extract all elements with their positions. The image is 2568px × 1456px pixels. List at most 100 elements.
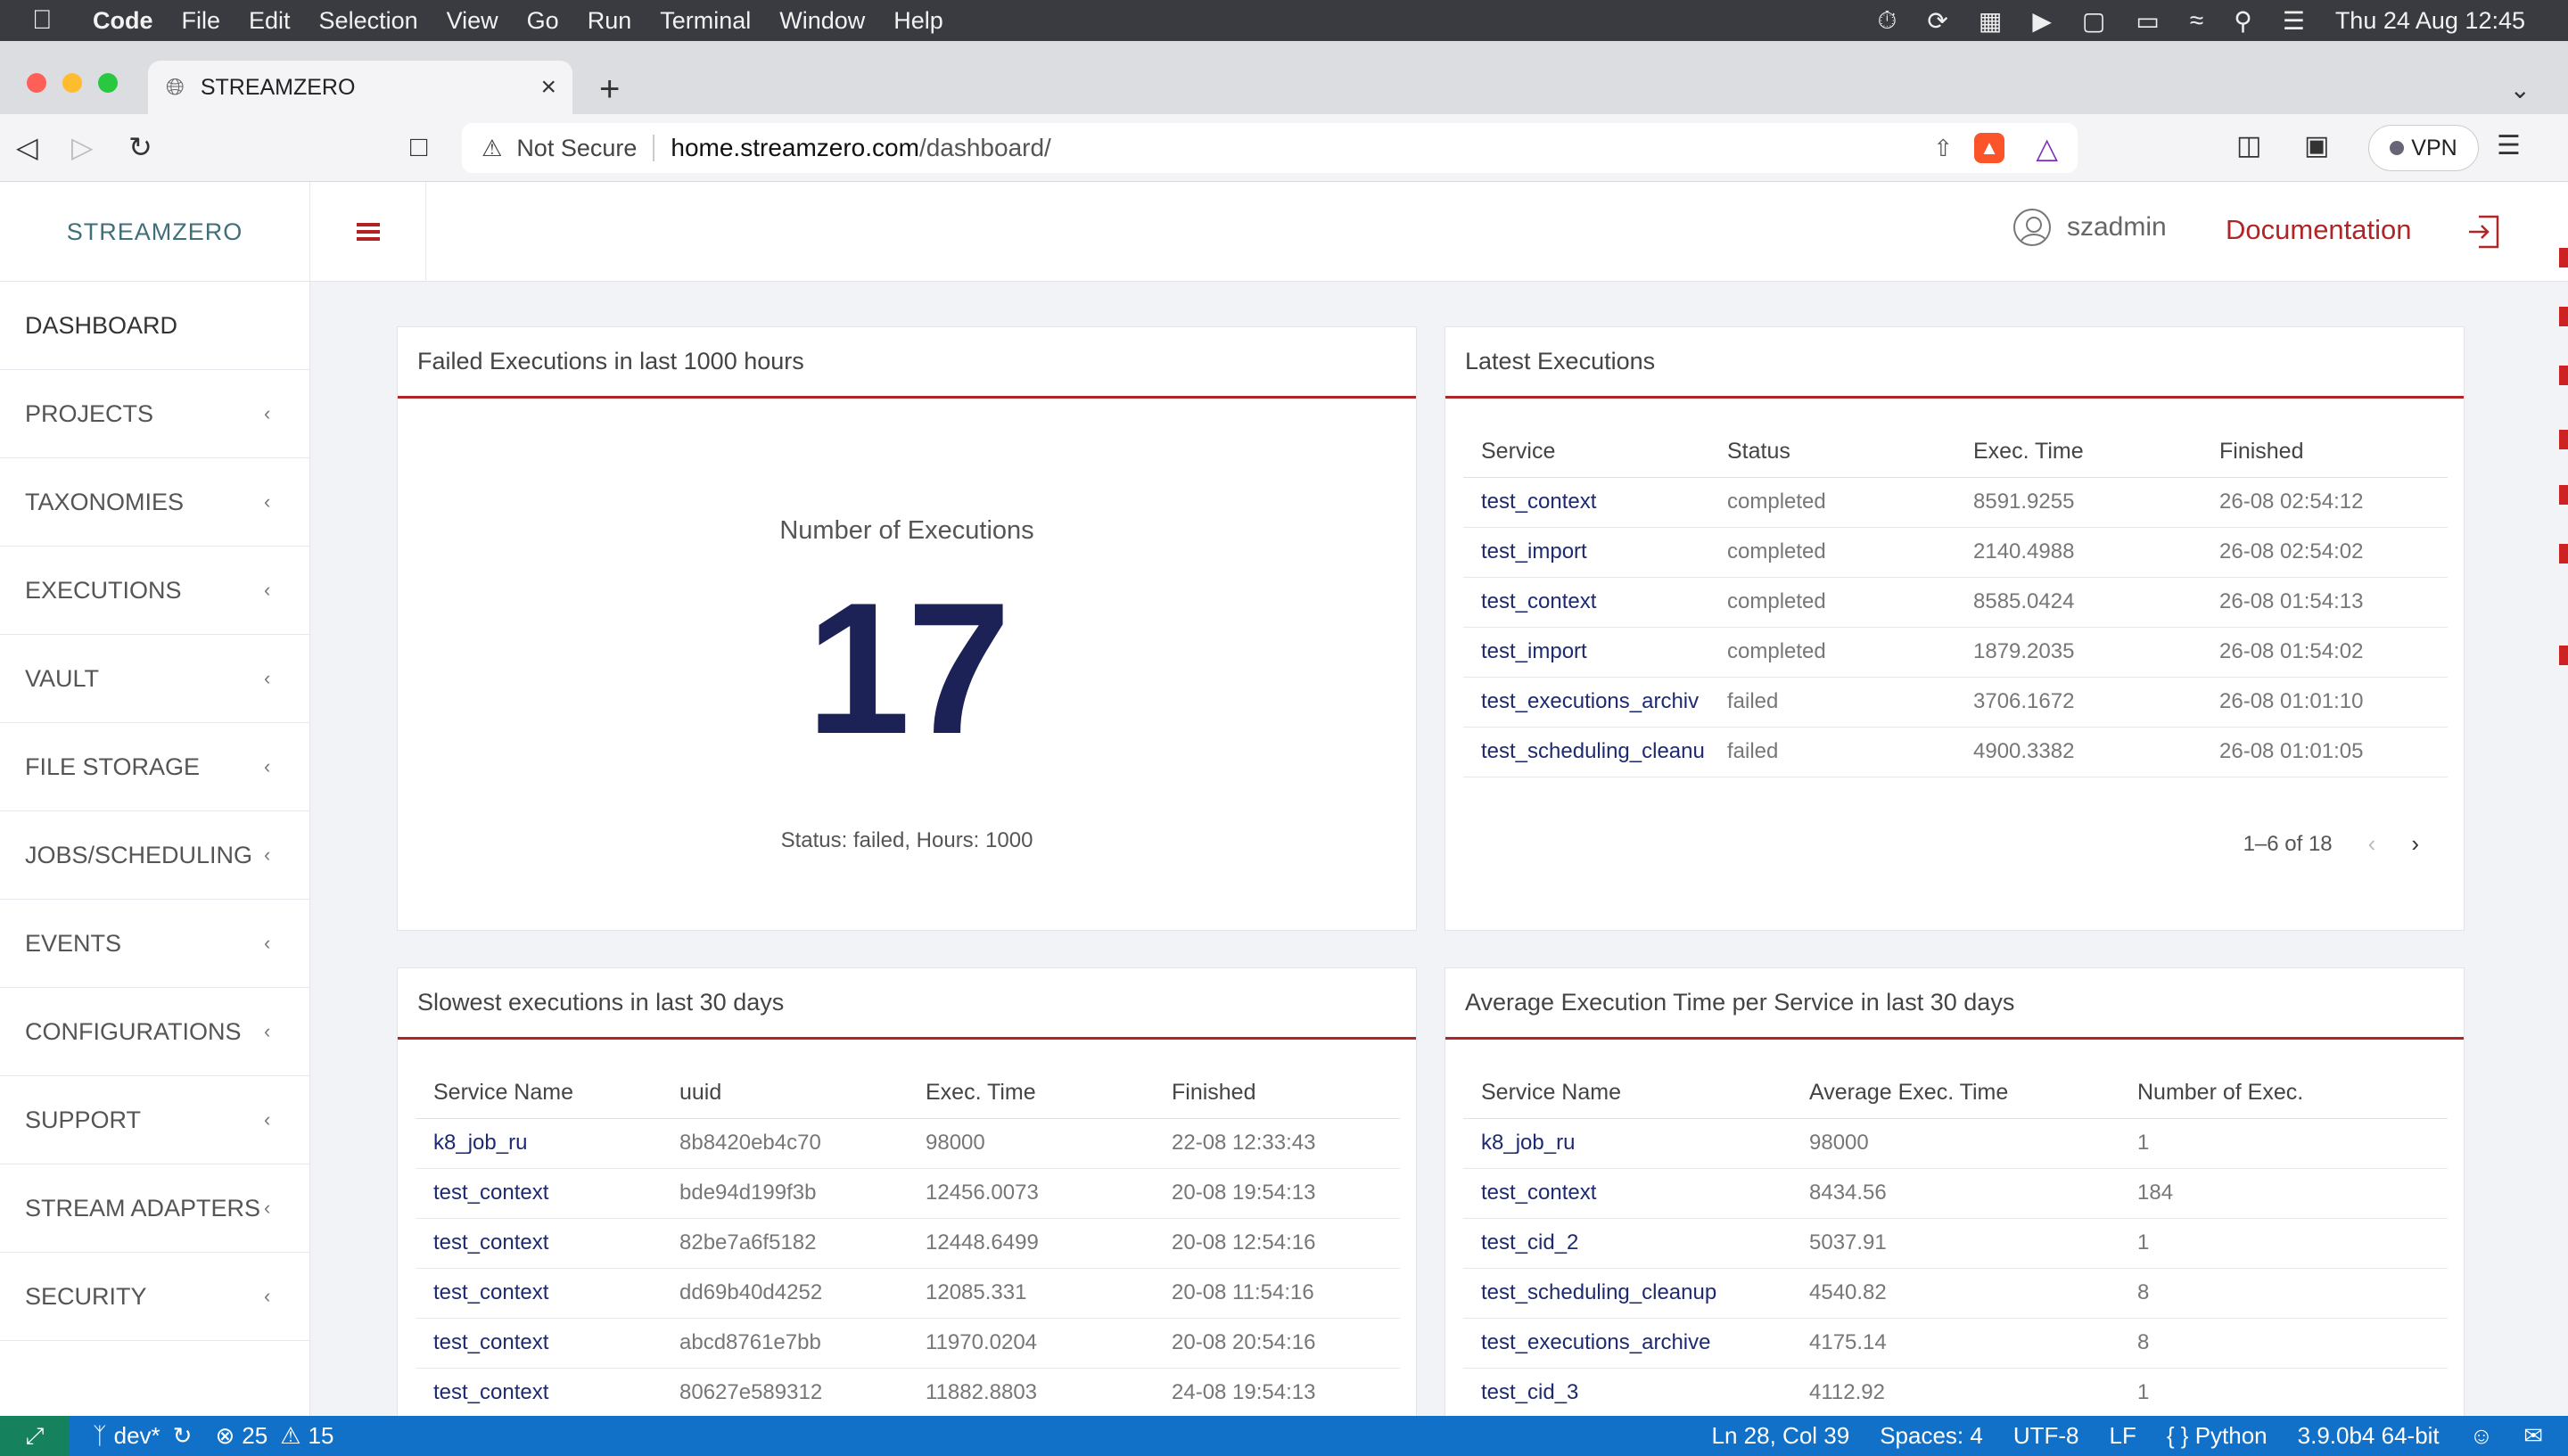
user-menu[interactable]: szadmin [2013, 209, 2167, 246]
badge-icon[interactable]: ▦ [1979, 6, 2002, 36]
service-link[interactable]: test_context [416, 1368, 662, 1419]
file-encoding[interactable]: UTF-8 [2013, 1422, 2079, 1450]
service-link[interactable]: test_executions_archiv [1463, 677, 1709, 728]
remote-icon[interactable]: ⤢ [0, 1416, 70, 1456]
language-mode[interactable]: { } Python [2167, 1422, 2268, 1450]
column-header[interactable]: Service [1463, 427, 1709, 478]
sidebar-item-configurations[interactable]: CONFIGURATIONS ‹ [0, 988, 309, 1076]
python-interpreter[interactable]: 3.9.0b4 64-bit [2298, 1422, 2440, 1450]
menu-help[interactable]: Help [893, 7, 943, 35]
browser-menu-icon[interactable]: ☰ [2497, 130, 2521, 161]
table-row[interactable]: test_context completed 8591.9255 26-08 02:5… [1463, 477, 2448, 528]
column-header[interactable]: uuid [662, 1068, 908, 1119]
sidebar-item-vault[interactable]: VAULT ‹ [0, 635, 309, 723]
table-row[interactable]: test_context dd69b40d4252 12085.331 20-08 1… [416, 1268, 1400, 1319]
sidebar-item-security[interactable]: SECURITY ‹ [0, 1253, 309, 1341]
table-row[interactable]: test_context bde94d199f3b 12456.0073 20-08 … [416, 1168, 1400, 1219]
wifi-icon[interactable]: ≈ [2190, 6, 2203, 35]
window-zoom-button[interactable] [98, 73, 118, 93]
line-ending[interactable]: LF [2110, 1422, 2136, 1450]
cursor-position[interactable]: Ln 28, Col 39 [1712, 1422, 1850, 1450]
menu-selection[interactable]: Selection [319, 7, 418, 35]
service-link[interactable]: test_context [1463, 477, 1709, 528]
column-header[interactable]: Finished [1154, 1068, 1400, 1119]
table-row[interactable]: test_context abcd8761e7bb 11970.0204 20-08 … [416, 1318, 1400, 1369]
service-link[interactable]: k8_job_ru [1463, 1118, 1791, 1169]
service-link[interactable]: test_scheduling_cleanup [1463, 1268, 1791, 1319]
menu-window[interactable]: Window [779, 7, 865, 35]
service-link[interactable]: test_context [416, 1318, 662, 1369]
indentation[interactable]: Spaces: 4 [1880, 1422, 1983, 1450]
table-row[interactable]: test_context completed 8585.0424 26-08 01:5… [1463, 577, 2448, 628]
service-link[interactable]: test_context [1463, 1168, 1791, 1219]
window-close-button[interactable] [27, 73, 46, 93]
apple-menu-icon[interactable]:  [32, 5, 73, 36]
sidebar-item-jobs-scheduling[interactable]: JOBS/SCHEDULING ‹ [0, 811, 309, 900]
control-center-icon[interactable]: ☰ [2283, 6, 2305, 36]
table-row[interactable]: test_context 8434.56 184 [1463, 1168, 2448, 1219]
documentation-link[interactable]: Documentation [2226, 214, 2412, 246]
display-icon[interactable]: ▢ [2082, 6, 2105, 36]
service-link[interactable]: test_context [1463, 577, 1709, 628]
column-header[interactable]: Average Exec. Time [1791, 1068, 2119, 1119]
warning-count[interactable]: 15 [308, 1422, 333, 1450]
menu-edit[interactable]: Edit [249, 7, 291, 35]
reload-icon[interactable]: ↻ [128, 130, 152, 164]
menu-go[interactable]: Go [527, 7, 559, 35]
table-row[interactable]: test_executions_archive 4175.14 8 [1463, 1318, 2448, 1369]
url-bar[interactable]: ⚠ Not Secure home.streamzero.com /dashbo… [462, 123, 2078, 173]
sidebar-item-taxonomies[interactable]: TAXONOMIES ‹ [0, 458, 309, 547]
service-link[interactable]: test_context [416, 1168, 662, 1219]
error-count[interactable]: 25 [242, 1422, 268, 1450]
table-row[interactable]: test_context 82be7a6f5182 12448.6499 20-08 … [416, 1218, 1400, 1269]
sidebar-toggle-icon[interactable]: ◫ [2236, 130, 2261, 161]
sidebar-item-file-storage[interactable]: FILE STORAGE ‹ [0, 723, 309, 811]
column-header[interactable]: Exec. Time [908, 1068, 1154, 1119]
column-header[interactable]: Service Name [416, 1068, 662, 1119]
table-row[interactable]: k8_job_ru 8b8420eb4c70 98000 22-08 12:33:43 [416, 1118, 1400, 1169]
service-link[interactable]: test_import [1463, 627, 1709, 678]
column-header[interactable]: Finished [2202, 427, 2448, 478]
column-header[interactable]: Exec. Time [1955, 427, 2202, 478]
service-link[interactable]: k8_job_ru [416, 1118, 662, 1169]
menu-toggle-button[interactable] [310, 182, 426, 282]
sidebar-item-events[interactable]: EVENTS ‹ [0, 900, 309, 988]
logout-icon[interactable] [2466, 214, 2500, 250]
brand-logo[interactable]: STREAMZERO [0, 182, 310, 282]
menu-view[interactable]: View [447, 7, 498, 35]
wallet-icon[interactable]: ▣ [2304, 130, 2329, 161]
service-link[interactable]: test_executions_archive [1463, 1318, 1791, 1369]
table-row[interactable]: test_import completed 1879.2035 26-08 01:54… [1463, 627, 2448, 678]
play-icon[interactable]: ▶ [2032, 6, 2052, 36]
table-row[interactable]: test_cid_3 4112.92 1 [1463, 1368, 2448, 1419]
sidebar-item-projects[interactable]: PROJECTS ‹ [0, 370, 309, 458]
sidebar-item-support[interactable]: SUPPORT ‹ [0, 1076, 309, 1164]
security-status[interactable]: Not Secure [516, 135, 637, 162]
window-minimize-button[interactable] [62, 73, 82, 93]
table-row[interactable]: test_context 80627e589312 11882.8803 24-08 … [416, 1368, 1400, 1419]
chevron-right-icon[interactable]: › [2411, 830, 2419, 858]
column-header[interactable]: Service Name [1463, 1068, 1791, 1119]
service-link[interactable]: test_cid_2 [1463, 1218, 1791, 1269]
table-row[interactable]: test_scheduling_cleanu failed 4900.3382 26-… [1463, 727, 2448, 777]
new-tab-button[interactable]: + [599, 70, 620, 110]
brave-rewards-icon[interactable]: △ [2036, 131, 2058, 165]
brave-shields-icon[interactable]: ▲ [1974, 133, 2004, 163]
back-arrow-icon[interactable]: ◁ [16, 130, 38, 164]
menu-app-name[interactable]: Code [93, 7, 153, 35]
service-link[interactable]: test_cid_3 [1463, 1368, 1791, 1419]
table-row[interactable]: test_import completed 2140.4988 26-08 02:54… [1463, 527, 2448, 578]
table-row[interactable]: test_scheduling_cleanup 4540.82 8 [1463, 1268, 2448, 1319]
column-header[interactable]: Status [1709, 427, 1955, 478]
bookmark-icon[interactable]: □ [410, 130, 427, 163]
vpn-button[interactable]: VPN [2368, 125, 2479, 171]
forward-arrow-icon[interactable]: ▷ [71, 130, 94, 164]
spiral-icon[interactable]: ⟳ [1927, 6, 1947, 36]
menu-terminal[interactable]: Terminal [660, 7, 751, 35]
timer-icon[interactable]: ⏱ [1878, 6, 1897, 36]
sidebar-item-executions[interactable]: EXECUTIONS ‹ [0, 547, 309, 635]
sidebar-item-dashboard[interactable]: DASHBOARD [0, 282, 309, 370]
table-row[interactable]: test_cid_2 5037.91 1 [1463, 1218, 2448, 1269]
notifications-bell-icon[interactable]: ✉ [2523, 1422, 2543, 1450]
table-row[interactable]: test_executions_archiv failed 3706.1672 26-… [1463, 677, 2448, 728]
